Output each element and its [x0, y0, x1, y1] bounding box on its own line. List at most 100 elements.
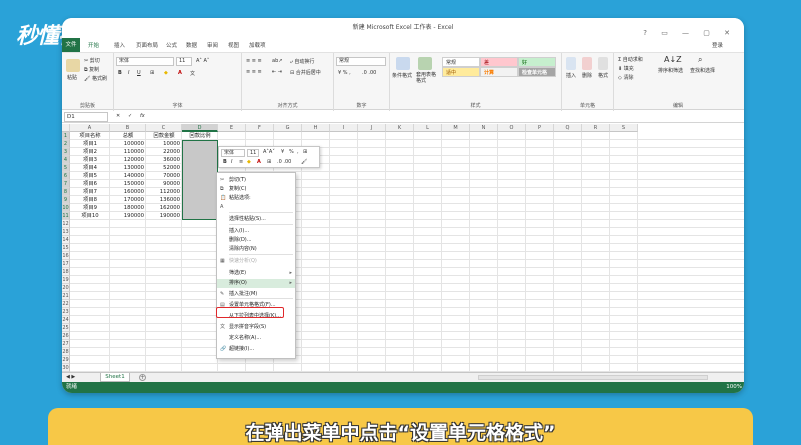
- find-select-icon[interactable]: ⌕: [698, 55, 702, 65]
- selected-range[interactable]: [182, 140, 218, 220]
- function-icon[interactable]: fx: [140, 113, 145, 119]
- row-header[interactable]: 22: [62, 300, 70, 308]
- name-box[interactable]: D1: [64, 112, 108, 122]
- data-cell[interactable]: 项目4: [70, 164, 110, 172]
- insert-cell-button[interactable]: 插入: [566, 72, 576, 79]
- sort-filter-icon[interactable]: A↓Z: [664, 55, 682, 64]
- style-normal[interactable]: 常规: [442, 57, 480, 67]
- data-cell[interactable]: 项目1: [70, 140, 110, 148]
- data-cell[interactable]: 52000: [146, 164, 182, 172]
- add-sheet-icon[interactable]: +: [139, 374, 146, 381]
- row-header[interactable]: 7: [62, 180, 70, 188]
- menu-delete[interactable]: 删除(D)...: [217, 236, 295, 245]
- tab-addins[interactable]: 加载项: [249, 41, 266, 49]
- tab-view[interactable]: 视图: [228, 41, 239, 49]
- data-cell[interactable]: 90000: [146, 180, 182, 188]
- font-size-select[interactable]: 11: [176, 57, 192, 66]
- row-header[interactable]: 24: [62, 316, 70, 324]
- font-color-icon[interactable]: A: [178, 70, 182, 76]
- column-header[interactable]: J: [358, 124, 386, 132]
- data-cell[interactable]: 22000: [146, 148, 182, 156]
- menu-filter[interactable]: 筛选(E) ▸: [217, 269, 295, 278]
- align-top-icon[interactable]: ≡ ≡ ≡: [246, 58, 262, 64]
- column-header[interactable]: Q: [554, 124, 582, 132]
- menu-insert-comment[interactable]: ✎ 插入批注(M): [217, 290, 295, 299]
- mini-size-select[interactable]: 11: [247, 149, 259, 157]
- conditional-format-icon[interactable]: [396, 57, 410, 70]
- sort-filter-button[interactable]: 排序和筛选: [658, 67, 683, 74]
- worksheet-grid[interactable]: A B C D E F G H I J K L M N O P Q R S 1 2 3 4 5 6 7 8 9 10 11 12 13 14 15…: [62, 124, 744, 374]
- row-header[interactable]: 27: [62, 340, 70, 348]
- style-calculation[interactable]: 计算: [480, 67, 518, 77]
- data-cell[interactable]: 190000: [110, 212, 146, 220]
- cut-button[interactable]: ✂ 剪切: [84, 57, 100, 64]
- autosum-button[interactable]: Σ 自动求和: [618, 56, 643, 63]
- row-header[interactable]: 26: [62, 332, 70, 340]
- data-cell[interactable]: 112000: [146, 188, 182, 196]
- column-header[interactable]: O: [498, 124, 526, 132]
- column-header[interactable]: D: [182, 124, 218, 132]
- mini-comma-icon[interactable]: ,: [297, 149, 299, 155]
- column-header[interactable]: B: [110, 124, 146, 132]
- column-header[interactable]: K: [386, 124, 414, 132]
- data-cell[interactable]: 项目6: [70, 180, 110, 188]
- paste-button[interactable]: 粘贴: [67, 74, 77, 81]
- font-grow-icon[interactable]: A˄ A˅: [196, 58, 209, 64]
- data-cell[interactable]: 120000: [110, 156, 146, 164]
- paste-icon[interactable]: [66, 59, 80, 72]
- menu-sort[interactable]: 排序(O) ▸: [217, 279, 295, 288]
- menu-paste-icon[interactable]: A: [217, 203, 295, 212]
- insert-cell-icon[interactable]: [566, 57, 576, 70]
- table-format-button[interactable]: 套用表格格式: [416, 72, 438, 84]
- row-header[interactable]: 21: [62, 292, 70, 300]
- currency-icon[interactable]: ¥ % ,: [338, 70, 351, 76]
- data-cell[interactable]: 项目9: [70, 204, 110, 212]
- menu-quick-analysis[interactable]: ▦ 快速分析(Q): [217, 257, 295, 266]
- row-header[interactable]: 14: [62, 236, 70, 244]
- mini-font-select[interactable]: 宋体: [221, 149, 245, 157]
- font-name-select[interactable]: 宋体: [116, 57, 174, 66]
- phonetic-icon[interactable]: 文: [190, 70, 195, 77]
- row-header[interactable]: 11: [62, 212, 70, 220]
- tab-formulas[interactable]: 公式: [166, 41, 177, 49]
- header-cell[interactable]: 回款比例: [182, 132, 218, 140]
- data-cell[interactable]: 140000: [110, 172, 146, 180]
- column-header[interactable]: E: [218, 124, 246, 132]
- mini-bold-button[interactable]: B: [223, 159, 227, 165]
- column-header[interactable]: L: [414, 124, 442, 132]
- mini-italic-button[interactable]: I: [231, 159, 232, 165]
- tab-review[interactable]: 审阅: [207, 41, 218, 49]
- table-format-icon[interactable]: [418, 57, 432, 70]
- row-header[interactable]: 9: [62, 196, 70, 204]
- column-header[interactable]: M: [442, 124, 470, 132]
- row-header[interactable]: 28: [62, 348, 70, 356]
- orientation-icon[interactable]: ab↗: [272, 58, 282, 64]
- row-header[interactable]: 25: [62, 324, 70, 332]
- menu-clear-contents[interactable]: 清除内容(N): [217, 245, 295, 254]
- column-header[interactable]: C: [146, 124, 182, 132]
- column-header[interactable]: N: [470, 124, 498, 132]
- menu-copy[interactable]: ⧉ 复制(C): [217, 185, 295, 194]
- column-header[interactable]: S: [610, 124, 638, 132]
- underline-button[interactable]: U: [137, 70, 141, 76]
- mini-table-icon[interactable]: ⊞: [303, 149, 307, 155]
- menu-define-name[interactable]: 定义名称(A)...: [217, 334, 295, 343]
- row-header[interactable]: 18: [62, 268, 70, 276]
- tab-home[interactable]: 开始: [88, 41, 99, 49]
- row-header[interactable]: 8: [62, 188, 70, 196]
- bold-button[interactable]: B: [118, 70, 122, 76]
- data-cell[interactable]: 130000: [110, 164, 146, 172]
- format-painter-button[interactable]: 🖌 格式刷: [84, 75, 107, 82]
- menu-paste-options[interactable]: 📋 粘贴选项:: [217, 194, 295, 203]
- menu-show-phonetic[interactable]: 文显示拼音字段(S): [217, 323, 295, 332]
- header-cell[interactable]: 总额: [110, 132, 146, 140]
- row-header[interactable]: 5: [62, 164, 70, 172]
- row-header[interactable]: 13: [62, 228, 70, 236]
- data-cell[interactable]: 项目10: [70, 212, 110, 220]
- data-cell[interactable]: 110000: [110, 148, 146, 156]
- copy-button[interactable]: ⧉ 复制: [84, 66, 99, 73]
- header-cell[interactable]: 回款金额: [146, 132, 182, 140]
- cancel-icon[interactable]: ✕: [116, 113, 120, 119]
- data-cell[interactable]: 190000: [146, 212, 182, 220]
- find-select-button[interactable]: 查找和选择: [690, 67, 715, 74]
